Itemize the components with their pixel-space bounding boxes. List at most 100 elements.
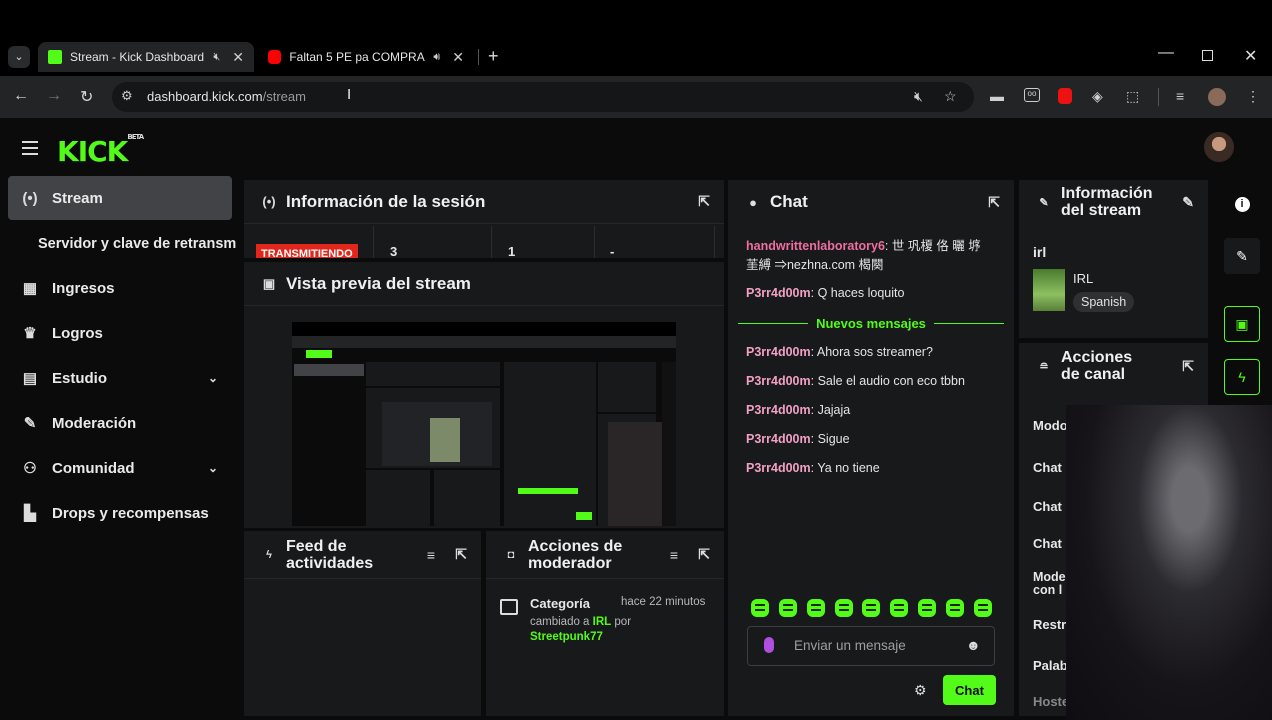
back-icon[interactable]: ← [13, 87, 29, 105]
channel-action-label[interactable]: Hoste [1033, 694, 1069, 709]
channel-action-label[interactable]: Palab [1033, 658, 1068, 673]
filter-icon[interactable]: ≡ [427, 547, 435, 563]
chat-message: P3rr4d00m: Jajaja [746, 403, 851, 417]
emote-icon[interactable] [862, 599, 880, 617]
sidebar-item-ingresos[interactable]: ▦ Ingresos [8, 266, 232, 310]
new-messages-divider[interactable]: Nuevos mensajes [738, 314, 1004, 332]
emote-icon[interactable] [890, 599, 908, 617]
emote-icon[interactable] [779, 599, 797, 617]
bookmark-star-icon[interactable]: ☆ [944, 88, 957, 105]
speaker-icon[interactable]: 🔊︎ [433, 51, 440, 64]
close-tab-icon[interactable]: ✕ [452, 49, 464, 66]
url-text[interactable]: dashboard.kick.com/stream [147, 89, 306, 104]
mod-entry-user[interactable]: Streetpunk77 [530, 631, 603, 643]
channel-action-label[interactable]: Modo [1033, 418, 1068, 433]
new-tab-icon[interactable]: + [488, 46, 499, 67]
chat-username[interactable]: handwrittenlaboratory6 [746, 239, 885, 253]
user-avatar[interactable] [1204, 132, 1234, 162]
channel-action-label[interactable]: Restr [1033, 617, 1066, 632]
sidebar-item-drops[interactable]: ▙ Drops y recompensas [8, 491, 232, 535]
popout-icon[interactable]: ⇱ [698, 546, 710, 563]
panel-title: Chat [770, 192, 808, 211]
menu-icon[interactable] [22, 141, 38, 155]
emote-icon[interactable] [751, 599, 769, 617]
sidebar-item-label: Stream [52, 189, 103, 207]
chat-message: P3rr4d00m: Sigue [746, 432, 850, 446]
extensions-puzzle-icon[interactable]: ⬚ [1126, 88, 1139, 105]
site-settings-icon[interactable]: ⚙︎ [121, 88, 133, 104]
muted-speaker-icon[interactable]: 🔇︎ [213, 51, 220, 64]
extension-icon[interactable] [1058, 88, 1072, 104]
stream-preview-video[interactable] [292, 322, 676, 526]
chat-message: handwrittenlaboratory6: 世 巩榎 佫 曬 垿 茥縛 ⇒n… [746, 239, 981, 272]
emote-icon[interactable] [974, 599, 992, 617]
popout-icon[interactable]: ⇱ [455, 546, 467, 563]
channel-action-label[interactable]: Chat [1033, 499, 1062, 514]
emote-icon[interactable] [946, 599, 964, 617]
channel-action-label[interactable]: Mode [1033, 570, 1066, 584]
chat-settings-icon[interactable]: ⚙︎ [914, 682, 927, 699]
chevron-down-icon[interactable]: ⌄ [208, 371, 218, 385]
edit-rail-icon[interactable]: ✎ [1224, 238, 1260, 274]
tab-search-button[interactable]: ⌄ [8, 46, 30, 68]
edit-icon[interactable]: ✎ [1182, 194, 1194, 211]
panel-title: Feed de actividades [286, 537, 374, 572]
popout-icon[interactable]: ⇱ [988, 194, 1000, 211]
close-tab-icon[interactable]: ✕ [232, 49, 244, 66]
sidebar-item-comunidad[interactable]: ⚇ Comunidad ⌄ [8, 446, 232, 490]
panel-header: ≘ Acciones de canal ⇱ [1019, 343, 1208, 389]
popout-icon[interactable]: ⇱ [1182, 358, 1194, 375]
reload-icon[interactable]: ↻ [80, 87, 93, 107]
sidebar-item-moderacion[interactable]: ✎ Moderación [8, 401, 232, 445]
chat-send-button[interactable]: Chat [943, 675, 996, 705]
tab-muted-icon[interactable]: 🔇︎ [914, 88, 923, 105]
lightning-icon: ϟ [266, 548, 272, 561]
chat-username[interactable]: P3rr4d00m [746, 403, 811, 417]
media-controls-icon[interactable]: ≡ [1176, 88, 1184, 104]
close-window-icon[interactable]: ✕ [1244, 46, 1257, 66]
sidebar-item-server-key[interactable]: Servidor y clave de retransm [8, 222, 240, 266]
text-cursor-icon: I [347, 86, 352, 103]
browser-menu-icon[interactable]: ⋮ [1246, 88, 1260, 105]
sidebar-item-logros[interactable]: ♛ Logros [8, 311, 232, 355]
microphone-icon[interactable] [764, 637, 774, 653]
category-icon [500, 599, 518, 615]
tab-kick-dashboard[interactable]: Stream - Kick Dashboard 🔇︎ ✕ [38, 42, 254, 72]
channel-action-label[interactable]: Chat [1033, 536, 1062, 551]
chat-username[interactable]: P3rr4d00m [746, 374, 811, 388]
filter-icon[interactable]: ≡ [670, 547, 678, 563]
divider [594, 226, 595, 258]
broadcast-icon: (•) [22, 189, 38, 207]
lightning-rail-button[interactable]: ϟ [1224, 359, 1260, 395]
popout-icon[interactable]: ⇱ [698, 193, 710, 210]
panel-header: ◘ Acciones de moderador ≡ ⇱ [486, 531, 724, 579]
stream-category[interactable]: IRL [1073, 271, 1093, 286]
chevron-down-icon[interactable]: ⌄ [208, 461, 218, 475]
chat-username[interactable]: P3rr4d00m [746, 432, 811, 446]
emote-icon[interactable] [835, 599, 853, 617]
panel-header: ✎ Información del stream ✎ [1019, 180, 1208, 224]
emoji-icon[interactable]: ☻ [966, 637, 981, 653]
settings-sliders-icon: ≘ [1039, 360, 1049, 373]
language-badge: Spanish [1073, 292, 1135, 312]
restore-icon[interactable] [1202, 50, 1213, 61]
extension-icon[interactable]: ◈ [1092, 88, 1103, 105]
extension-icon[interactable]: oo [1024, 88, 1040, 102]
kick-logo[interactable]: KICKBETA [57, 133, 144, 168]
forward-icon[interactable]: → [46, 87, 62, 105]
extension-icon[interactable]: ▬ [990, 88, 1004, 104]
chat-username[interactable]: P3rr4d00m [746, 461, 811, 475]
emote-icon[interactable] [918, 599, 936, 617]
profile-avatar[interactable] [1208, 88, 1226, 106]
minimize-icon[interactable]: — [1158, 44, 1174, 62]
chat-username[interactable]: P3rr4d00m [746, 286, 811, 300]
kick-favicon-icon [48, 50, 62, 64]
channel-action-label[interactable]: Chat [1033, 460, 1062, 475]
sidebar-item-stream[interactable]: (•) Stream [8, 176, 232, 220]
chat-username[interactable]: P3rr4d00m [746, 345, 811, 359]
tab-youtube[interactable]: Faltan 5 PE pa COMPRA ese 🔊︎ ✕ [258, 42, 474, 72]
sidebar-item-estudio[interactable]: ▤ Estudio ⌄ [8, 356, 232, 400]
emote-icon[interactable] [807, 599, 825, 617]
info-icon[interactable]: i [1224, 186, 1260, 222]
clip-rail-button[interactable]: ▣ [1224, 306, 1260, 342]
